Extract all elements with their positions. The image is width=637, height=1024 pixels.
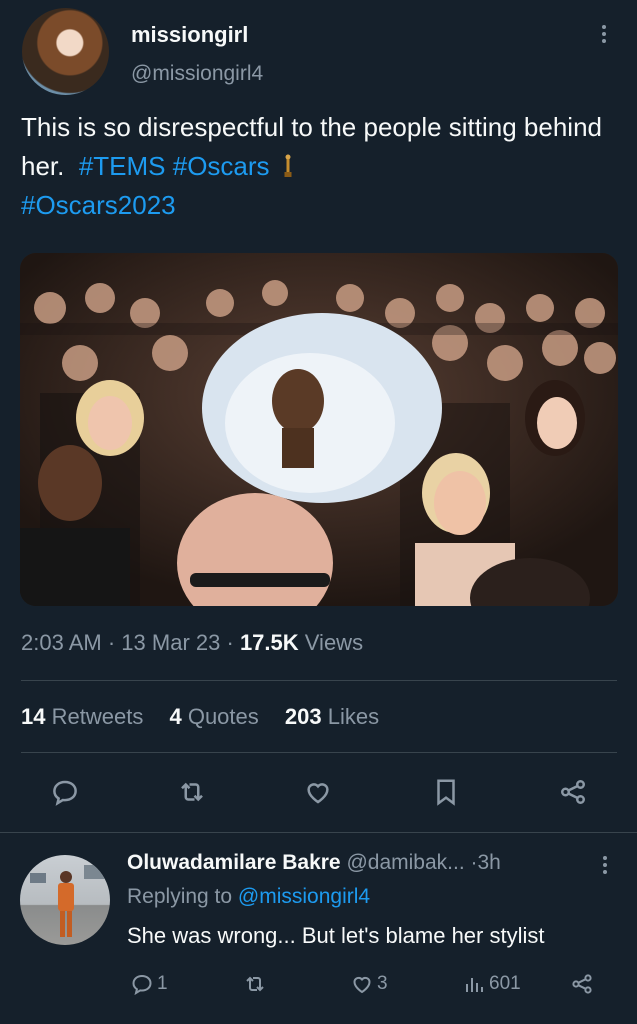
separator: · xyxy=(226,630,234,655)
tweet-photo[interactable] xyxy=(20,253,618,606)
more-options-icon[interactable] xyxy=(598,853,612,879)
views-count[interactable]: 17.5K xyxy=(240,630,299,655)
reply-author: Oluwadamilare Bakre @damibak... ·3h xyxy=(127,851,501,875)
tweet-actions xyxy=(0,772,637,816)
bookmark-icon[interactable] xyxy=(428,772,464,812)
tweet-meta: 2:03 AM · 13 Mar 23 · 17.5K Views xyxy=(21,630,363,656)
reply-count: 1 xyxy=(157,973,168,994)
separator: · xyxy=(470,851,478,874)
reply-time[interactable]: 3h xyxy=(478,851,501,874)
reply-like-button[interactable]: 3 xyxy=(350,968,388,1000)
avatar[interactable] xyxy=(22,8,109,95)
reply-reply-button[interactable]: 1 xyxy=(130,968,168,1000)
share-icon xyxy=(572,974,592,994)
retweet-icon xyxy=(246,976,264,992)
views-count: 601 xyxy=(489,973,521,994)
replying-to: Replying to @missiongirl4 xyxy=(127,885,370,909)
reply-icon[interactable] xyxy=(47,772,83,812)
replying-prefix: Replying to xyxy=(127,885,233,908)
reply-text: She was wrong... But let's blame her sty… xyxy=(127,923,545,948)
reply-share-button[interactable] xyxy=(570,968,597,1000)
reply-views-button[interactable]: 601 xyxy=(462,968,521,1000)
tweet-time[interactable]: 2:03 AM xyxy=(21,630,102,655)
separator: · xyxy=(107,630,116,655)
tweet-date[interactable]: 13 Mar 23 xyxy=(121,630,220,655)
like-icon[interactable] xyxy=(300,772,336,812)
quotes-stat[interactable]: 4 Quotes xyxy=(169,704,258,729)
reply-author-handle[interactable]: @damibak... xyxy=(346,851,464,874)
views-icon xyxy=(466,978,483,992)
tweet-text: This is so disrespectful to the people s… xyxy=(21,108,621,225)
hashtag-tems[interactable]: #TEMS xyxy=(79,151,166,181)
oscar-trophy-icon xyxy=(283,151,293,177)
hashtag-oscars[interactable]: #Oscars xyxy=(173,151,270,181)
likes-stat[interactable]: 203 Likes xyxy=(285,704,379,729)
views-label: Views xyxy=(304,630,364,655)
hashtag-oscars2023[interactable]: #Oscars2023 xyxy=(21,190,176,220)
reply-icon xyxy=(132,974,152,996)
like-count: 3 xyxy=(377,973,388,994)
avatar[interactable] xyxy=(20,855,110,945)
like-icon xyxy=(353,976,371,994)
reply-tweet[interactable]: Oluwadamilare Bakre @damibak... ·3h Repl… xyxy=(0,833,637,1024)
more-options-icon[interactable] xyxy=(596,22,612,50)
divider xyxy=(21,752,617,753)
divider xyxy=(21,680,617,681)
reply-retweet-button[interactable] xyxy=(243,968,270,1000)
author-name[interactable]: missiongirl xyxy=(131,22,248,48)
replying-mention[interactable]: @missiongirl4 xyxy=(238,885,370,908)
retweet-icon[interactable] xyxy=(174,772,210,812)
author-handle[interactable]: @missiongirl4 xyxy=(131,62,263,86)
reply-author-name[interactable]: Oluwadamilare Bakre xyxy=(127,851,341,874)
retweets-stat[interactable]: 14 Retweets xyxy=(21,704,143,729)
share-icon[interactable] xyxy=(555,772,591,812)
tweet-stats: 14 Retweets 4 Quotes 203 Likes xyxy=(21,704,399,730)
